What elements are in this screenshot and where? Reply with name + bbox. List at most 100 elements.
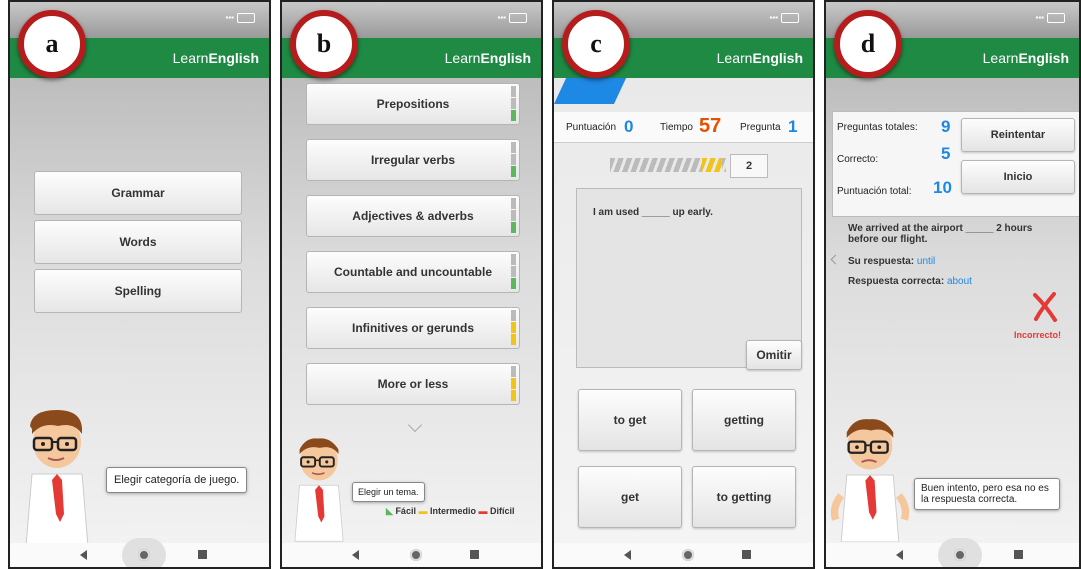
results-panel: Preguntas totales: 9 Correcto: 5 Puntuac… [832,111,1079,217]
panel-label: b [290,10,358,78]
nav-bar [10,538,269,567]
signal-battery-icon: ▪▪▪ [497,13,527,23]
nav-bar [554,543,813,567]
progress-current [702,158,722,172]
recents-icon[interactable] [198,550,207,559]
back-icon[interactable] [896,550,903,560]
content-area: Preguntas totales: 9 Correcto: 5 Puntuac… [826,78,1079,543]
retry-button[interactable]: Reintentar [961,118,1075,152]
topic-label: Adjectives & adverbs [352,209,474,223]
recents-icon[interactable] [742,550,751,559]
level-indicator [511,198,516,234]
total-value: 9 [941,117,951,136]
answer-getting-button[interactable]: getting [692,389,796,451]
level-indicator [511,254,516,290]
skip-button[interactable]: Omitir [746,340,802,370]
topic-infinitives-button[interactable]: Infinitives or gerunds [306,307,520,349]
question-text: We arrived at the airport _____ 2 hours … [848,223,1033,245]
screen-b: ▪▪▪ LearnEnglish Prepositions Irregular … [280,0,543,569]
content-area: Puntuación 0 Tiempo 57 Pregunta 1 2 I am… [554,78,813,543]
topic-countable-button[interactable]: Countable and uncountable [306,251,520,293]
question-value: 1 [788,117,798,136]
signal-battery-icon: ▪▪▪ [769,13,799,23]
question-text: I am used _____ up early. [593,207,713,218]
difficulty-legend: ◣ Fácil ▬ Intermedio ▬ Difícil [386,506,515,516]
home-icon[interactable] [122,538,166,567]
teacher-character-icon [830,419,910,542]
wrong-x-icon [1033,292,1057,322]
hint-bubble: Elegir categoría de juego. [106,467,248,493]
content-area: Grammar Words Spelling Elegir categoría … [10,78,269,546]
content-area: Prepositions Irregular verbs Adjectives … [282,78,541,543]
legend-intermediate: Intermedio [429,506,476,516]
score-total-value: 10 [933,178,952,197]
topic-more-less-button[interactable]: More or less [306,363,520,405]
topic-adjectives-adverbs-button[interactable]: Adjectives & adverbs [306,195,520,237]
score-label: Puntuación [566,122,617,133]
prev-arrow-icon[interactable] [830,254,841,265]
teacher-character-icon [294,438,344,542]
panel-label: d [834,10,902,78]
topic-label: More or less [377,377,449,391]
score-total-label: Puntuación total: [837,186,912,197]
legend-easy: Fácil [395,506,416,516]
screen-c: ▪▪▪ LearnEnglish Puntuación 0 Tiempo 57 … [552,0,815,569]
correct-answer-label: Respuesta correcta: [848,276,945,287]
panel-label: c [562,10,630,78]
signal-battery-icon: ▪▪▪ [1035,13,1065,23]
topic-irregular-verbs-button[interactable]: Irregular verbs [306,139,520,181]
your-answer-row: Su respuesta: until [848,256,935,267]
recents-icon[interactable] [1014,550,1023,559]
score-value: 0 [624,117,634,136]
topic-label: Infinitives or gerunds [351,321,474,335]
legend-hard: Difícil [490,506,515,516]
home-icon[interactable] [666,538,710,567]
topic-prepositions-button[interactable]: Prepositions [306,83,520,125]
category-grammar-button[interactable]: Grammar [34,171,242,215]
category-words-button[interactable]: Words [34,220,242,264]
level-indicator [511,310,516,346]
brand-logo: LearnEnglish [172,50,259,66]
screen-d: ▪▪▪ LearnEnglish Preguntas totales: 9 Co… [824,0,1081,569]
question-number-box: 2 [730,154,768,178]
recents-icon[interactable] [470,550,479,559]
score-bar: Puntuación 0 Tiempo 57 Pregunta 1 [554,112,813,143]
verdict-label: Incorrecto! [1014,330,1062,340]
screen-a: ▪▪▪ LearnEnglish Grammar Words Spelling … [8,0,271,569]
your-answer-label: Su respuesta: [848,256,915,267]
topic-label: Prepositions [376,97,450,111]
nav-bar [826,538,1079,567]
topic-label: Countable and uncountable [334,265,492,279]
total-label: Preguntas totales: [837,122,918,133]
signal-battery-icon: ▪▪▪ [225,13,255,23]
chevron-down-icon[interactable] [407,417,423,433]
category-spelling-button[interactable]: Spelling [34,269,242,313]
question-label: Pregunta [740,122,781,133]
time-value: 57 [699,115,722,137]
level-indicator [511,142,516,178]
home-icon[interactable] [938,538,982,567]
correct-label: Correcto: [837,154,879,165]
nav-bar [282,543,541,567]
home-button[interactable]: Inicio [961,160,1075,194]
correct-answer-value: about [946,276,972,287]
back-icon[interactable] [80,550,87,560]
level-indicator [511,366,516,402]
teacher-character-icon [25,410,89,546]
answer-get-button[interactable]: get [578,466,682,528]
correct-answer-row: Respuesta correcta: about [848,276,972,287]
brand-logo: LearnEnglish [716,50,803,66]
home-icon[interactable] [394,538,438,567]
back-icon[interactable] [352,550,359,560]
brand-logo: LearnEnglish [982,50,1069,66]
answer-to-get-button[interactable]: to get [578,389,682,451]
panel-label: a [18,10,86,78]
answer-to-getting-button[interactable]: to getting [692,466,796,528]
back-icon[interactable] [624,550,631,560]
level-indicator [511,86,516,122]
topic-label: Irregular verbs [370,153,456,167]
category-tag [554,78,627,104]
your-answer-value: until [916,256,936,267]
correct-value: 5 [941,144,951,163]
brand-logo: LearnEnglish [444,50,531,66]
